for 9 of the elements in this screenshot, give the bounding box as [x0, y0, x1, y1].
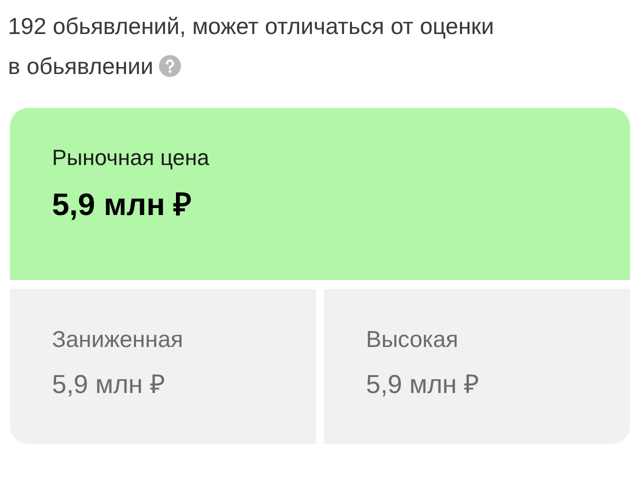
price-range-value: 5,9 млн ₽ [366, 368, 479, 400]
summary-text: в обьявлении [8, 52, 154, 81]
price-range-value: 5,9 млн ₽ [52, 368, 165, 400]
price-range-label: Высокая [366, 325, 458, 354]
price-range-label: Заниженная [52, 325, 184, 354]
help-icon[interactable] [159, 55, 182, 77]
market-price-label: Рыночная цена [52, 144, 210, 172]
summary-text: 192 обьявлений, может отличаться от оценки [8, 12, 494, 41]
market-price-value: 5,9 млн ₽ [52, 186, 192, 224]
